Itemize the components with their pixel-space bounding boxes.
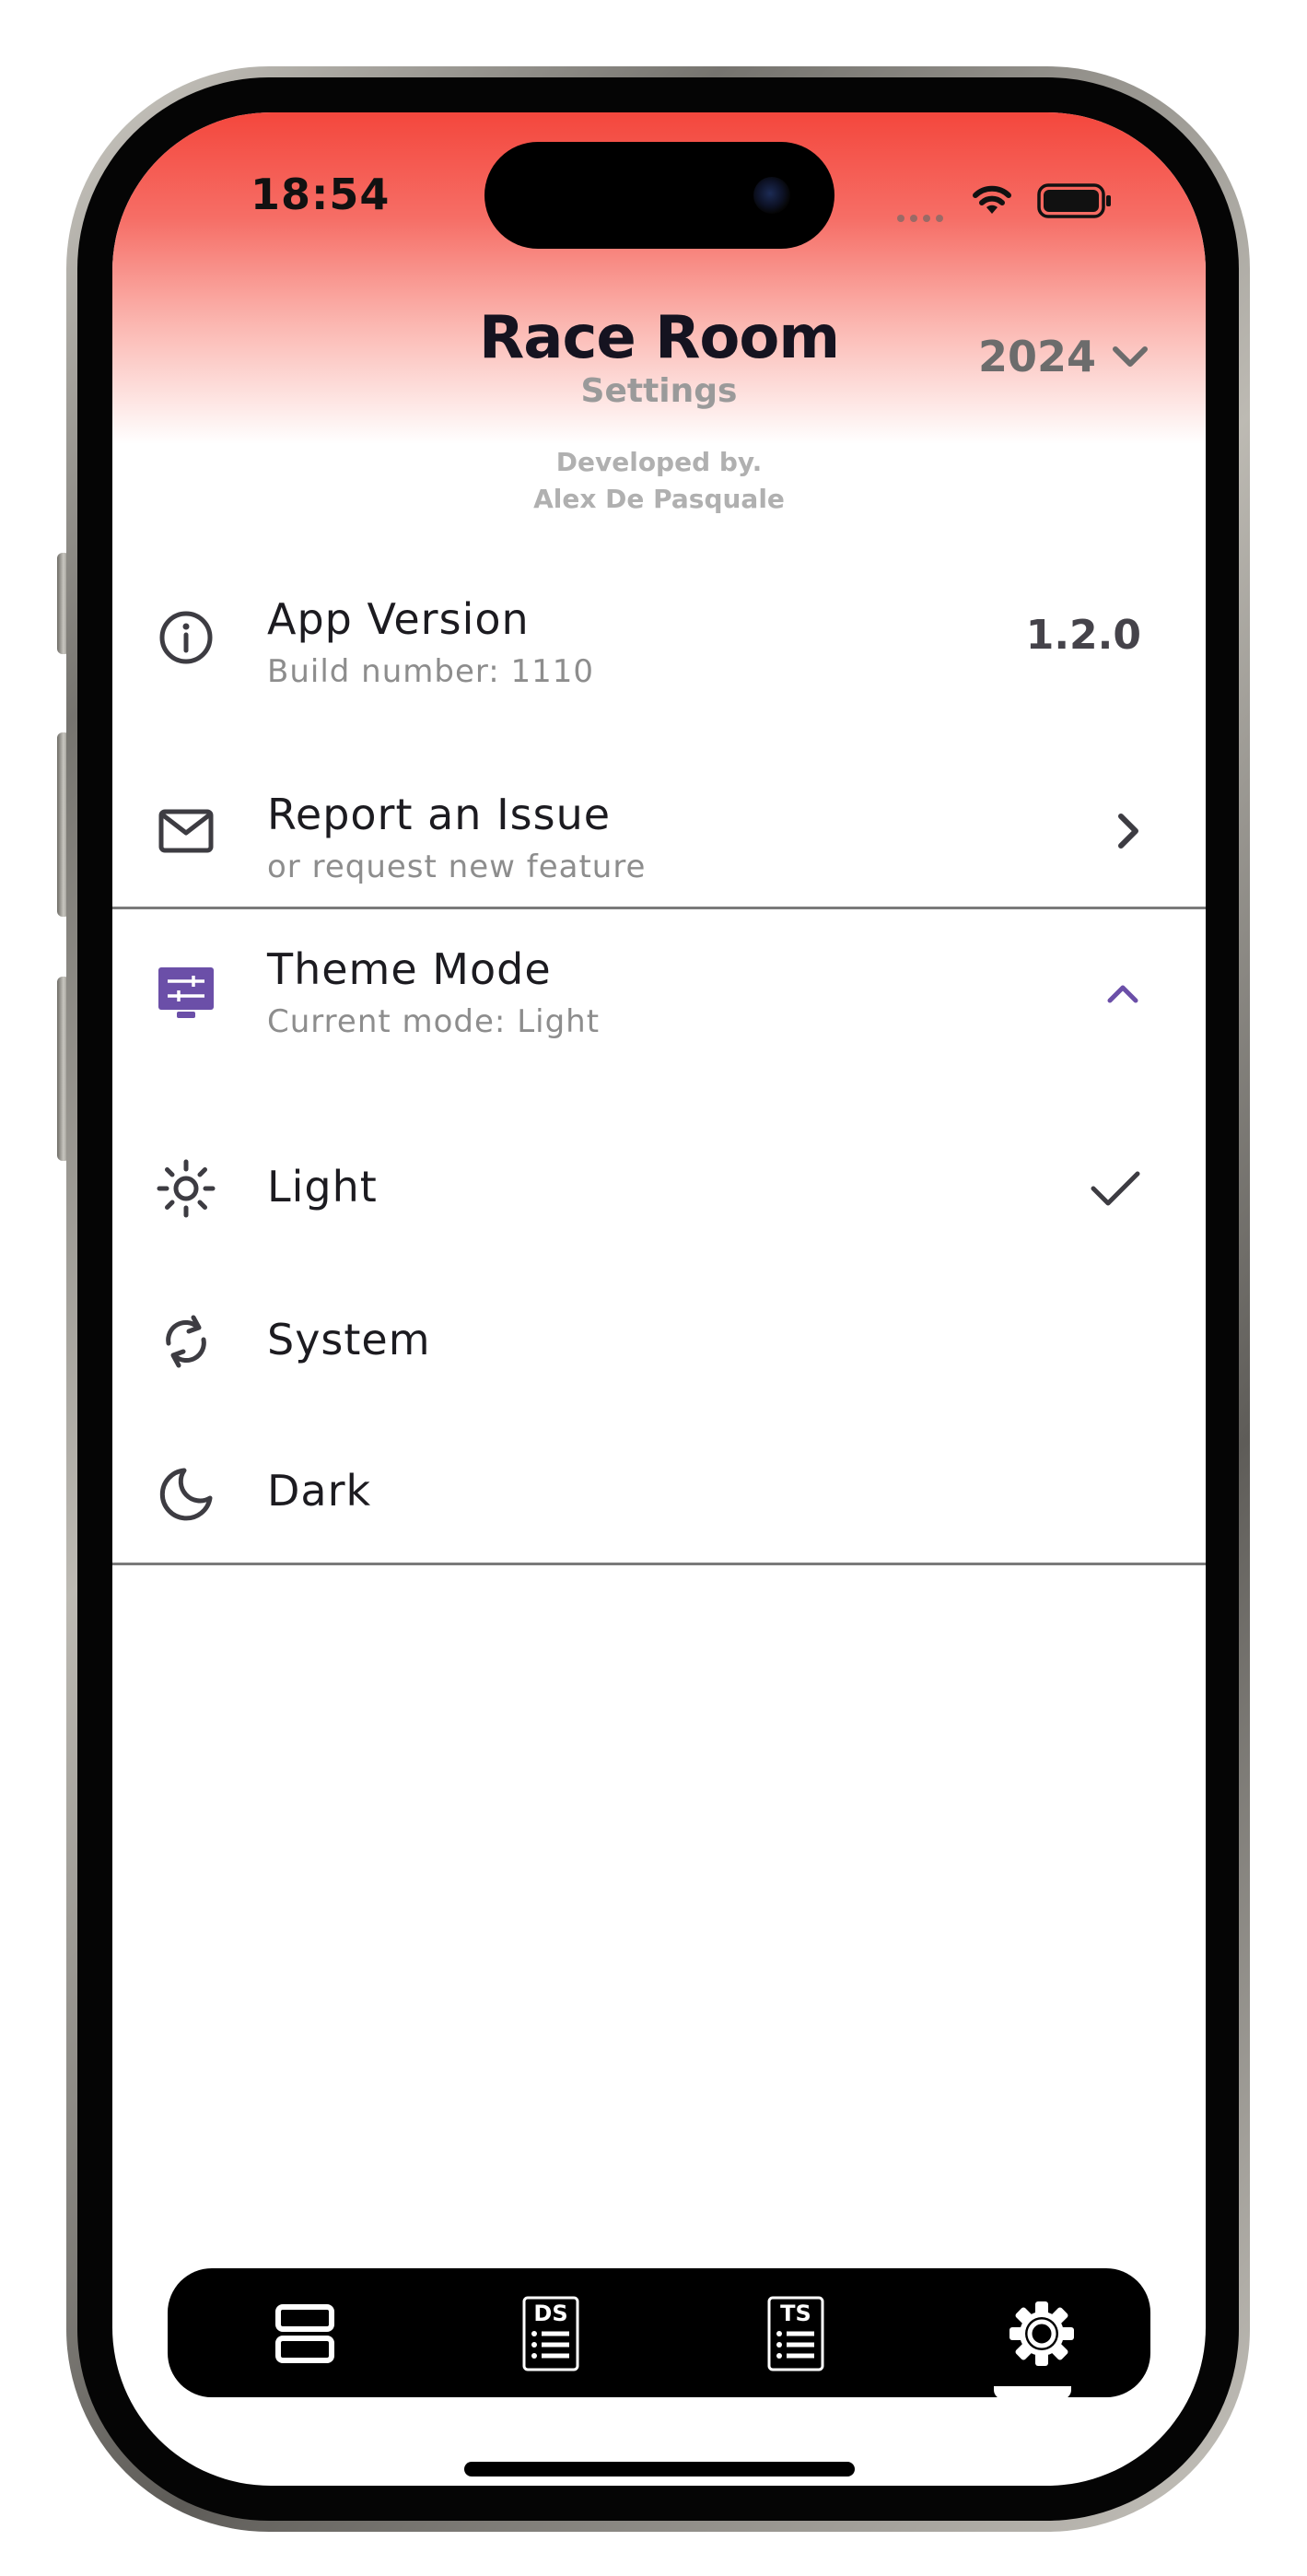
battery-icon (1037, 183, 1111, 218)
theme-mode-row[interactable]: Theme Mode Current mode: Light (112, 910, 1206, 1085)
developer-line-2: Alex De Pasquale (533, 484, 785, 514)
app-screen: 18:54 Race Room Settings 2024 Developed … (112, 112, 1206, 2486)
settings-gear-icon (1009, 2301, 1074, 2366)
season-year-label: 2024 (978, 332, 1097, 381)
monitor-settings-icon (157, 964, 216, 1023)
active-tab-indicator (994, 2386, 1071, 2399)
app-version-row: App Version Build number: 1110 1.2.0 (112, 555, 1206, 720)
cellular-signal-icon (897, 208, 949, 226)
chevron-right-icon (1118, 814, 1138, 849)
build-number-text: Build number: 1110 (267, 653, 595, 690)
races-list-icon (275, 2304, 334, 2363)
dynamic-island (484, 142, 834, 249)
moon-icon (157, 1465, 216, 1524)
current-mode-text: Current mode: Light (267, 1003, 601, 1040)
home-indicator[interactable] (464, 2462, 855, 2476)
tab-driver-standings[interactable]: DS (509, 2292, 592, 2375)
theme-option-system-label: System (267, 1315, 431, 1364)
tab-settings[interactable] (1000, 2292, 1083, 2375)
report-issue-subtitle: or request new feature (267, 849, 647, 885)
developer-line-1: Developed by. (555, 447, 763, 477)
theme-option-dark-label: Dark (267, 1466, 372, 1516)
team-standings-icon: TS (767, 2296, 824, 2371)
section-divider (112, 1563, 1206, 1565)
wifi-icon (973, 185, 1011, 214)
info-icon (157, 608, 216, 667)
report-issue-row[interactable]: Report an Issue or request new feature (112, 748, 1206, 914)
checkmark-icon (1091, 1171, 1140, 1206)
app-version-title: App Version (267, 594, 530, 644)
theme-option-system[interactable]: System (112, 1264, 1206, 1415)
tab-team-standings[interactable]: TS (754, 2292, 837, 2375)
theme-option-light-label: Light (267, 1162, 378, 1212)
app-version-value: 1.2.0 (1025, 612, 1141, 659)
chevron-up-icon (1107, 985, 1138, 1003)
status-time: 18:54 (251, 170, 391, 219)
theme-option-dark[interactable]: Dark (112, 1415, 1206, 1566)
driver-standings-icon: DS (522, 2296, 579, 2371)
season-year-dropdown[interactable]: 2024 (978, 332, 1149, 381)
chevron-down-icon (1113, 346, 1149, 367)
sync-icon (157, 1312, 216, 1371)
mail-icon (157, 802, 216, 861)
front-camera (753, 177, 790, 214)
tab-races[interactable] (263, 2292, 346, 2375)
theme-option-light[interactable]: Light (112, 1113, 1206, 1264)
svg-text:TS: TS (780, 2301, 811, 2326)
bottom-tab-bar: DS TS (168, 2268, 1150, 2397)
theme-mode-title: Theme Mode (267, 944, 552, 994)
report-issue-title: Report an Issue (267, 790, 612, 839)
svg-text:DS: DS (533, 2301, 567, 2326)
sun-icon (157, 1159, 216, 1218)
developer-credit: Developed by. Alex De Pasquale (112, 444, 1206, 518)
section-divider (112, 907, 1206, 909)
